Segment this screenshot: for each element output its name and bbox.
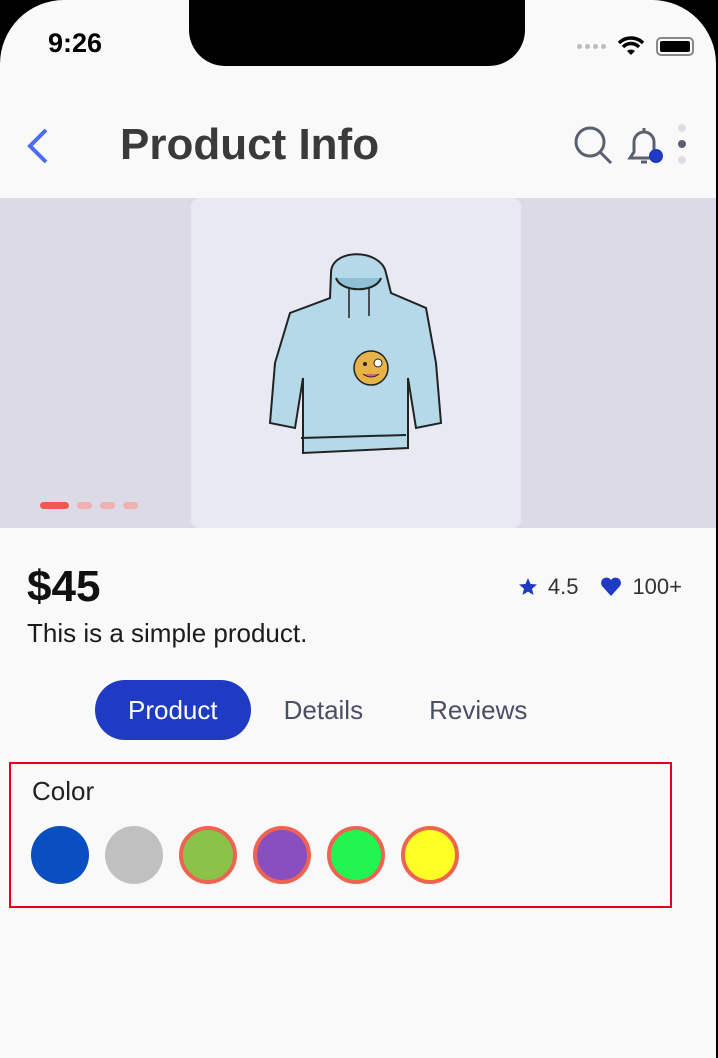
wifi-icon [618, 36, 644, 55]
more-options-icon[interactable] [676, 124, 688, 168]
signal-icon [577, 43, 606, 49]
page-title: Product Info [120, 120, 380, 169]
phone-screen: 9:26 Product Info $45 This is a simple p… [0, 0, 716, 1058]
star-icon [518, 578, 537, 595]
back-button[interactable] [22, 124, 52, 168]
tab-details[interactable]: Details [251, 680, 396, 740]
status-icons [577, 36, 694, 56]
likes-count: 100+ [632, 574, 682, 599]
battery-icon [656, 36, 694, 56]
carousel-dot[interactable] [77, 502, 92, 509]
app-header: Product Info [0, 110, 716, 180]
product-image-carousel[interactable] [0, 198, 716, 528]
color-swatch[interactable] [105, 826, 163, 884]
carousel-dot-active[interactable] [40, 502, 69, 509]
product-price: $45 [27, 562, 101, 611]
carousel-dot[interactable] [100, 502, 115, 509]
hoodie-image [268, 253, 443, 455]
product-image [191, 198, 521, 528]
status-time: 9:26 [48, 28, 103, 58]
notification-bell-icon[interactable] [624, 124, 668, 168]
color-swatch[interactable] [253, 826, 311, 884]
color-swatch[interactable] [401, 826, 459, 884]
carousel-indicator[interactable] [40, 502, 138, 509]
color-label: Color [32, 776, 95, 806]
product-description: This is a simple product. [27, 618, 308, 648]
tab-reviews[interactable]: Reviews [396, 680, 560, 740]
heart-icon[interactable] [600, 577, 622, 597]
carousel-dot[interactable] [123, 502, 138, 509]
search-icon[interactable] [572, 124, 614, 166]
color-swatches [31, 826, 459, 884]
notch [189, 0, 525, 66]
product-tabs: Product Details Reviews [95, 680, 560, 740]
rating-value: 4.5 [547, 574, 579, 599]
color-swatch[interactable] [179, 826, 237, 884]
product-stats: 4.5 100+ [518, 574, 682, 600]
color-swatch[interactable] [327, 826, 385, 884]
tab-product[interactable]: Product [95, 680, 251, 740]
color-section: Color [9, 762, 672, 908]
color-swatch[interactable] [31, 826, 89, 884]
